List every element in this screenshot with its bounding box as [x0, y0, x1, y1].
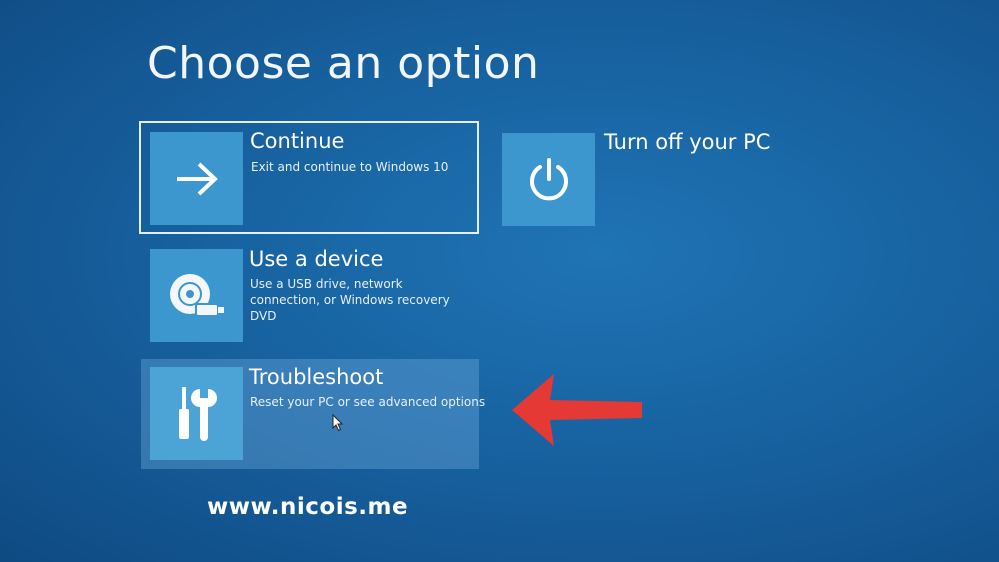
red-arrow-icon [512, 374, 642, 446]
page-title: Choose an option [147, 38, 540, 89]
troubleshoot-label: Troubleshoot [249, 365, 384, 389]
turn-off-tile[interactable] [502, 133, 595, 226]
turn-off-label: Turn off your PC [604, 130, 771, 154]
disc-icon [169, 273, 224, 317]
turn-off-option[interactable]: Turn off your PC [500, 130, 800, 226]
continue-option[interactable]: Continue Exit and continue to Windows 10 [139, 121, 479, 234]
use-device-tile[interactable] [150, 249, 243, 342]
mouse-cursor-icon [332, 414, 344, 432]
tools-icon [178, 386, 217, 441]
arrow-right-icon [176, 162, 218, 195]
use-device-option[interactable]: Use a device Use a USB drive, network co… [141, 245, 479, 345]
continue-label: Continue [250, 129, 345, 153]
troubleshoot-tile[interactable] [150, 367, 243, 460]
use-device-description: Use a USB drive, network connection, or … [250, 277, 450, 323]
troubleshoot-description: Reset your PC or see advanced options [250, 395, 486, 409]
troubleshoot-option[interactable]: Troubleshoot Reset your PC or see advanc… [141, 359, 485, 469]
power-icon [529, 157, 568, 200]
continue-description: Exit and continue to Windows 10 [251, 160, 449, 174]
continue-tile[interactable] [150, 132, 243, 225]
watermark-text: www.nicois.me [207, 494, 409, 520]
use-device-label: Use a device [249, 247, 384, 271]
